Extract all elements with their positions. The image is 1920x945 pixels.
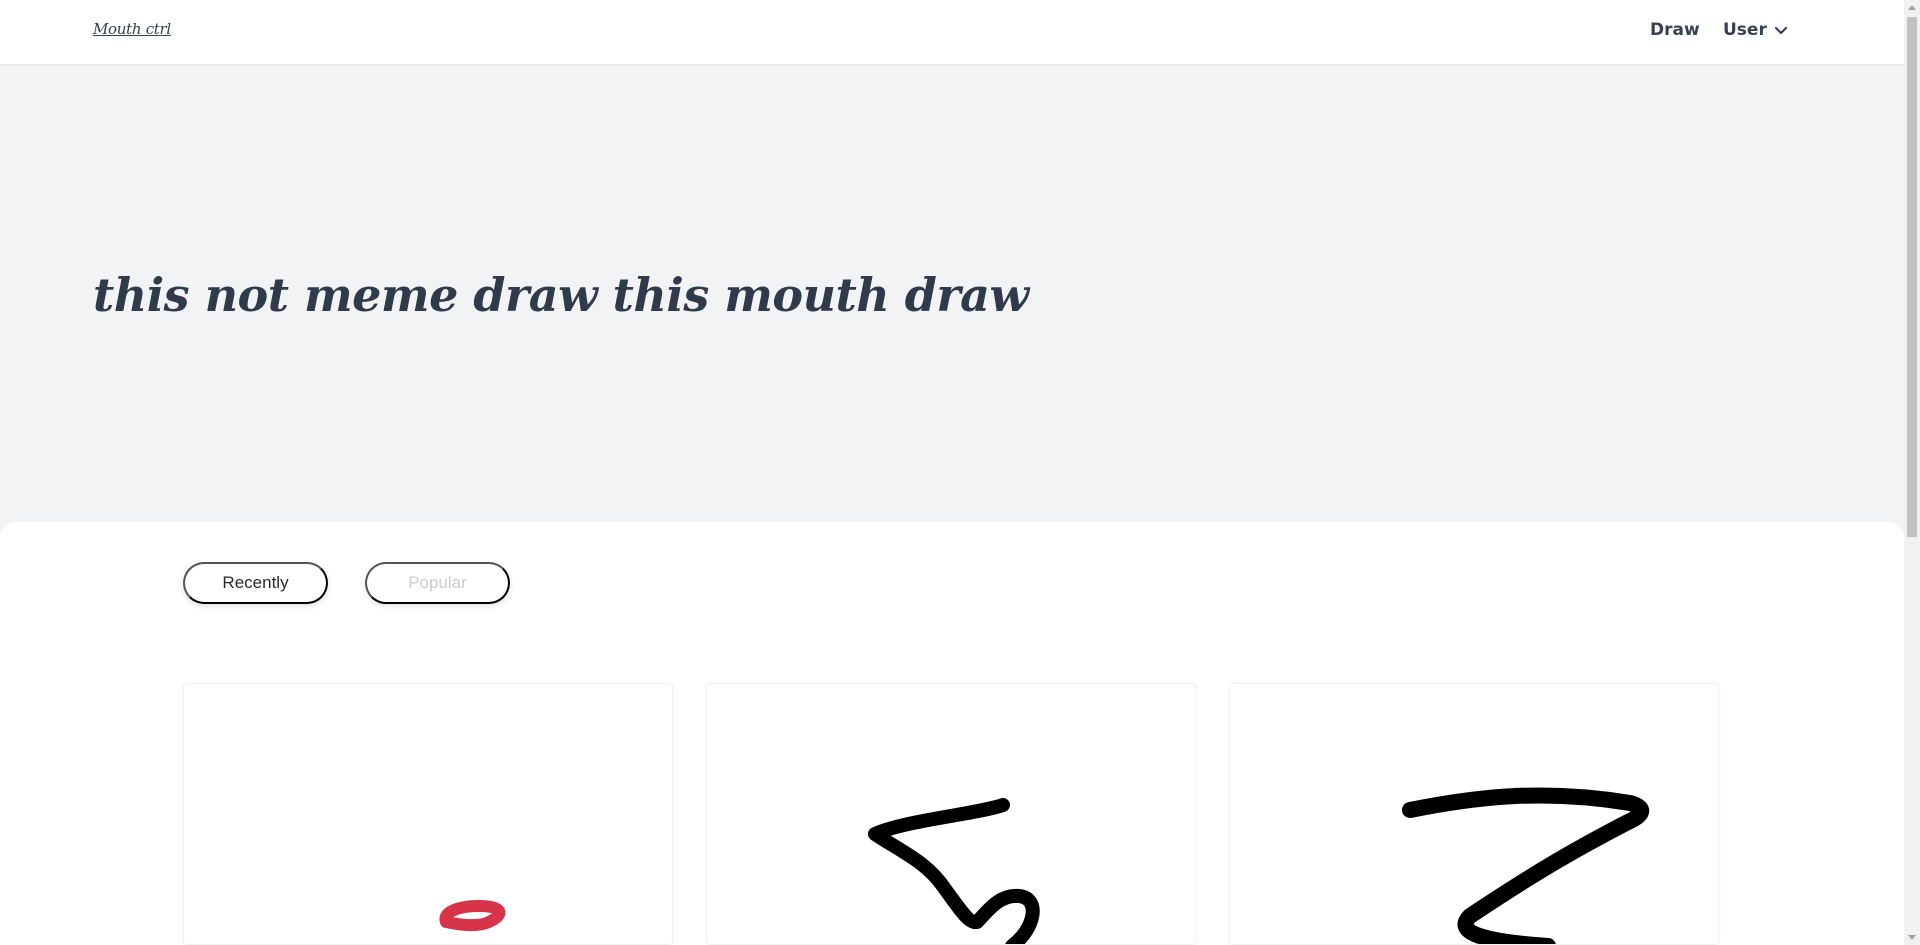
hero-title: this not meme draw this mouth draw [93, 268, 1029, 322]
drawing-image [439, 900, 506, 932]
scroll-thumb[interactable] [1907, 17, 1917, 537]
drawing-card[interactable] [1229, 683, 1719, 945]
site-logo[interactable]: Mouth ctrl [93, 20, 171, 38]
drawing-card[interactable] [183, 683, 673, 945]
user-menu-label: User [1723, 20, 1767, 40]
chevron-down-icon [1774, 26, 1787, 35]
user-menu-button[interactable]: User [1723, 20, 1789, 40]
drawing-card[interactable] [706, 683, 1196, 945]
tab-recently[interactable]: Recently [183, 562, 328, 604]
scroll-down-arrow-icon[interactable] [1908, 935, 1916, 940]
drawing-image [868, 798, 1040, 944]
top-navbar: Mouth ctrl Draw User [0, 0, 1904, 64]
page-scrollbar[interactable] [1904, 0, 1920, 945]
tab-popular[interactable]: Popular [365, 562, 510, 604]
nav-draw-link[interactable]: Draw [1650, 20, 1700, 40]
scroll-up-arrow-icon[interactable] [1908, 5, 1916, 10]
drawing-image [1402, 787, 1649, 944]
